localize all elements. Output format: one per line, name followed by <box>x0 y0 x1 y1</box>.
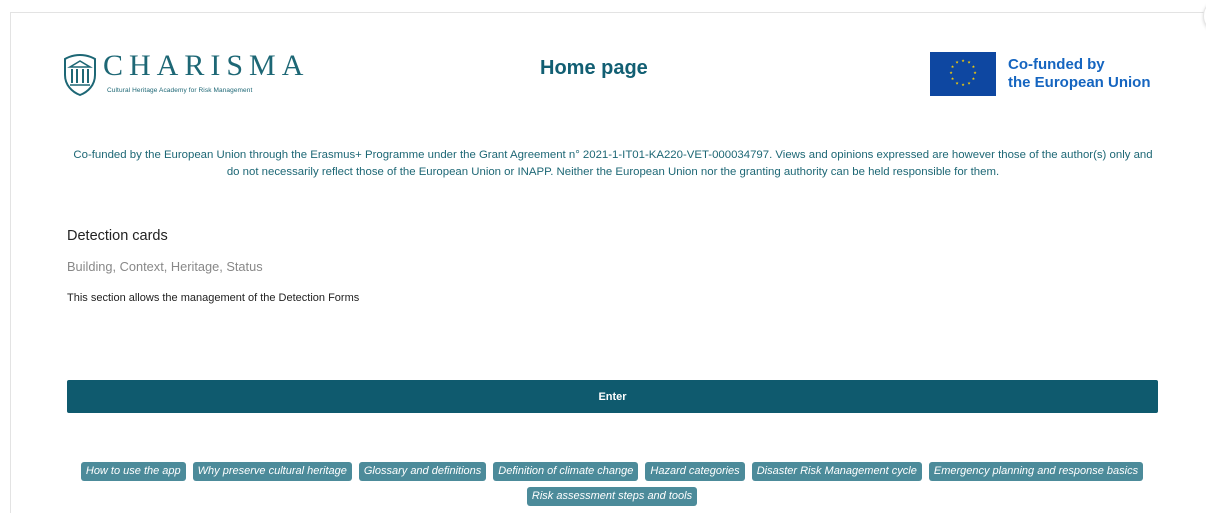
eu-cofunded-line2: the European Union <box>1008 74 1151 91</box>
logo-wordmark: CHARISMA <box>103 49 310 82</box>
svg-text:★: ★ <box>967 80 971 85</box>
link-climate-change[interactable]: Definition of climate change <box>493 462 639 481</box>
temple-shield-icon <box>64 53 96 97</box>
info-links: How to use the app Why preserve cultural… <box>26 462 1198 506</box>
disclaimer-line1: Co-funded by the European Union through … <box>73 149 1153 161</box>
svg-text:★: ★ <box>967 60 971 65</box>
disclaimer-line2: do not necessarily reflect those of the … <box>226 166 1000 178</box>
enter-button[interactable]: Enter <box>67 380 1158 413</box>
section-description: This section allows the management of th… <box>67 292 360 304</box>
funding-disclaimer: Co-funded by the European Union through … <box>20 147 1206 181</box>
logo-tagline: Cultural Heritage Academy for Risk Manag… <box>107 87 253 94</box>
svg-text:★: ★ <box>955 80 959 85</box>
section-title: Detection cards <box>67 228 168 244</box>
link-how-to-use[interactable]: How to use the app <box>80 462 186 481</box>
link-risk-assessment[interactable]: Risk assessment steps and tools <box>526 487 698 506</box>
link-why-preserve[interactable]: Why preserve cultural heritage <box>192 462 352 481</box>
svg-text:★: ★ <box>961 58 965 63</box>
eu-cofunded-line1: Co-funded by <box>1008 56 1105 73</box>
link-glossary[interactable]: Glossary and definitions <box>358 462 487 481</box>
svg-text:★: ★ <box>949 70 953 75</box>
svg-text:★: ★ <box>973 70 977 75</box>
page-title: Home page <box>540 57 648 79</box>
eu-flag-icon: ★ ★ ★ ★ ★ ★ ★ ★ ★ ★ ★ ★ <box>930 52 996 96</box>
section-tags: Building, Context, Heritage, Status <box>67 259 263 274</box>
eu-cofunded-label: Co-funded by the European Union <box>1008 56 1151 92</box>
svg-text:★: ★ <box>955 60 959 65</box>
link-drm-cycle[interactable]: Disaster Risk Management cycle <box>751 462 922 481</box>
svg-text:★: ★ <box>972 64 976 69</box>
link-emergency-planning[interactable]: Emergency planning and response basics <box>928 462 1144 481</box>
svg-text:★: ★ <box>951 64 955 69</box>
svg-text:★: ★ <box>951 76 955 81</box>
svg-text:★: ★ <box>961 82 965 87</box>
link-hazard-categories[interactable]: Hazard categories <box>645 462 745 481</box>
charisma-logo[interactable]: CHARISMA Cultural Heritage Academy for R… <box>61 49 309 97</box>
svg-text:★: ★ <box>972 76 976 81</box>
